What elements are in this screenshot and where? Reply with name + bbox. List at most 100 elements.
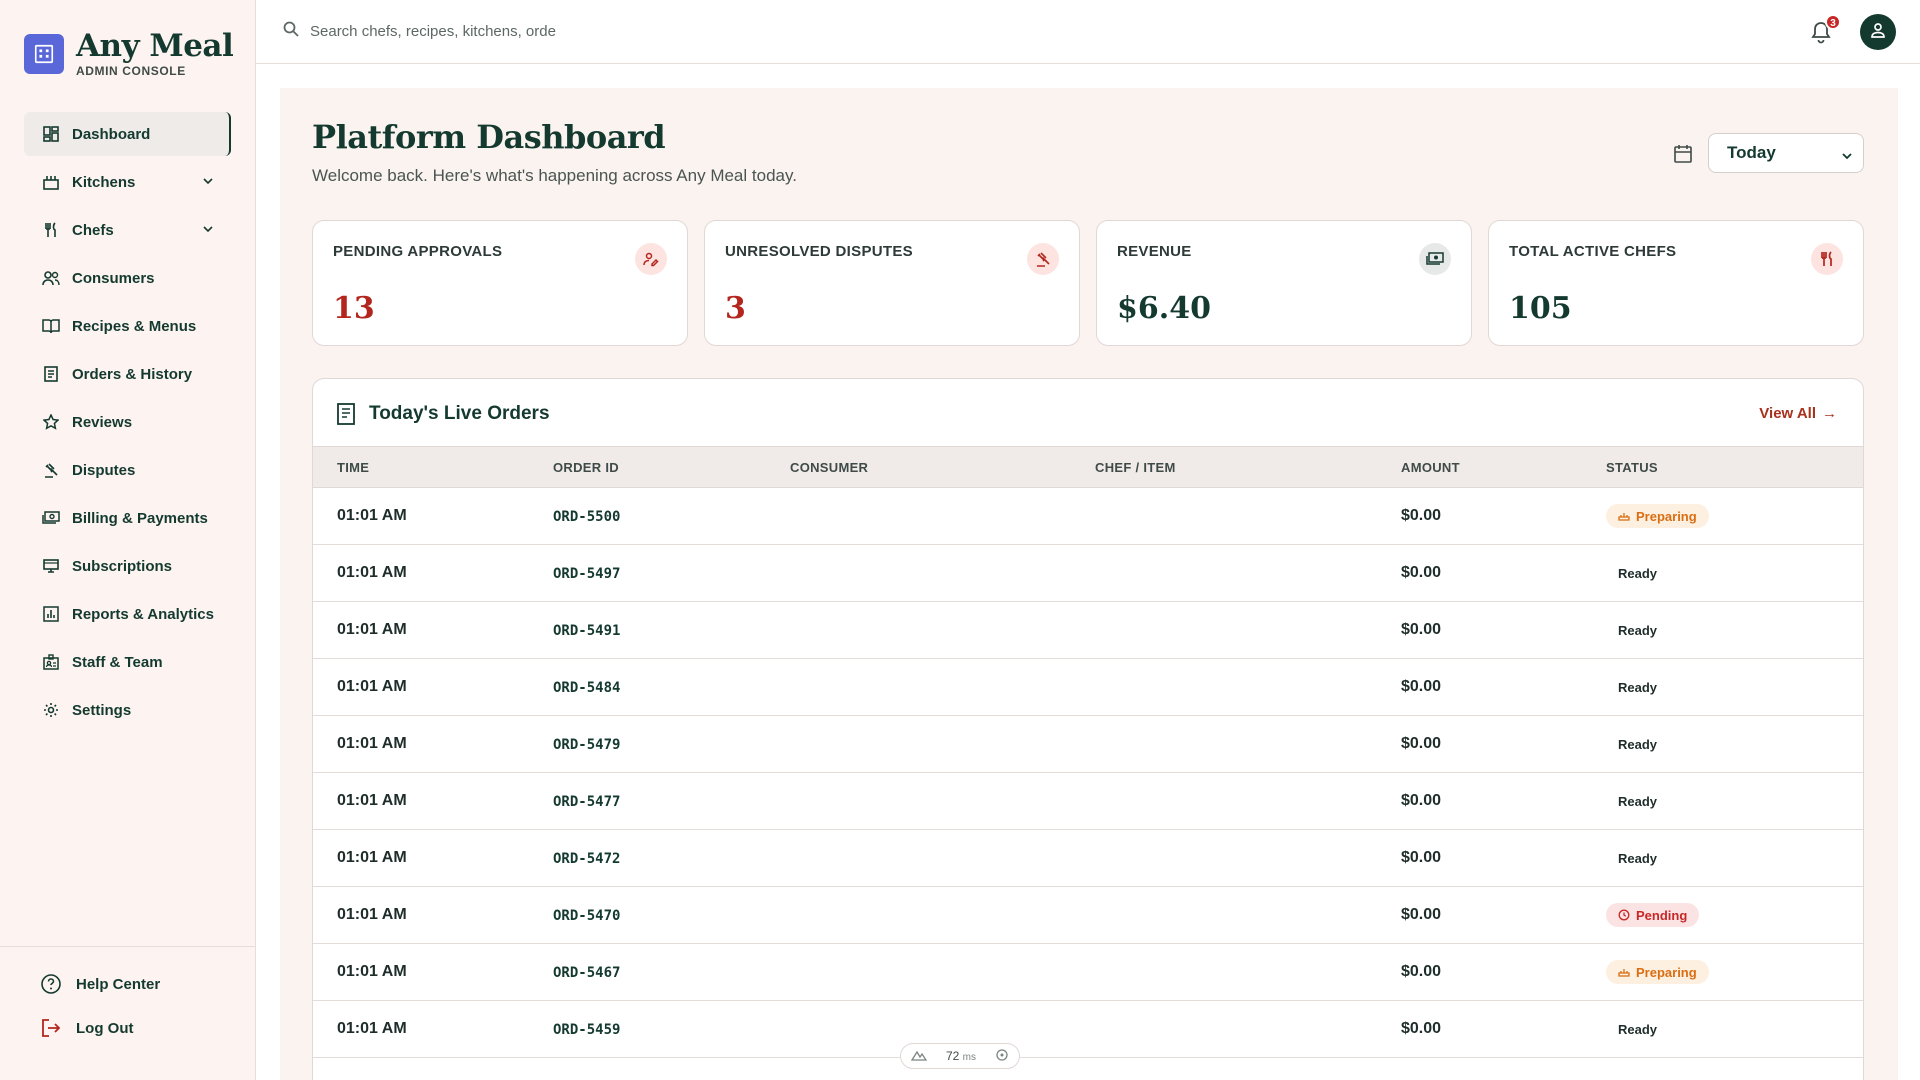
sidebar-item-reviews[interactable]: Reviews bbox=[24, 400, 231, 444]
stat-value: $6.40 bbox=[1117, 291, 1211, 326]
badge-icon bbox=[42, 653, 60, 671]
cell-amount: $0.00 bbox=[1401, 849, 1442, 866]
sidebar-item-dashboard[interactable]: Dashboard bbox=[24, 112, 231, 156]
column-header-consumer[interactable]: CONSUMER bbox=[790, 460, 868, 475]
sidebar-item-label: Dashboard bbox=[72, 125, 151, 143]
status-label: Pending bbox=[1636, 907, 1688, 923]
status-badge: Preparing bbox=[1606, 504, 1709, 528]
table-row[interactable]: 01:01 AM ORD-5467 $0.00 Preparing bbox=[313, 944, 1863, 1001]
star-icon bbox=[42, 413, 60, 431]
stat-card-unresolved-disputes[interactable]: UNRESOLVED DISPUTES 3 bbox=[704, 220, 1080, 346]
stat-card-revenue[interactable]: REVENUE $6.40 bbox=[1096, 220, 1472, 346]
column-header-status[interactable]: STATUS bbox=[1606, 460, 1658, 475]
users-icon bbox=[42, 269, 60, 287]
table-row[interactable]: 01:01 AM ORD-5470 $0.00 Pending bbox=[313, 887, 1863, 944]
sidebar-item-kitchens[interactable]: Kitchens bbox=[24, 160, 231, 204]
help-center-label: Help Center bbox=[76, 975, 161, 993]
cash-icon bbox=[1419, 243, 1451, 275]
table-row[interactable]: 01:01 AM ORD-5500 $0.00 Preparing bbox=[313, 488, 1863, 545]
table-row[interactable]: 01:01 AM ORD-5459 $0.00 Ready bbox=[313, 1001, 1863, 1058]
period-select[interactable]: Today bbox=[1708, 133, 1864, 173]
clock-icon bbox=[1618, 909, 1630, 921]
table-row[interactable]: 01:01 AM ORD-5472 $0.00 Ready bbox=[313, 830, 1863, 887]
sidebar-item-settings[interactable]: Settings bbox=[24, 688, 231, 732]
user-avatar-button[interactable] bbox=[1860, 14, 1896, 50]
sidebar-item-staff-team[interactable]: Staff & Team bbox=[24, 640, 231, 684]
cell-amount: $0.00 bbox=[1401, 792, 1442, 809]
table-row[interactable]: 01:01 AM ORD-5491 $0.00 Ready bbox=[313, 602, 1863, 659]
person-icon bbox=[1869, 21, 1887, 44]
sidebar-item-consumers[interactable]: Consumers bbox=[24, 256, 231, 300]
logout-button[interactable]: Log Out bbox=[0, 1017, 256, 1039]
cell-order-id: ORD-5500 bbox=[553, 509, 621, 525]
sidebar-item-label: Billing & Payments bbox=[72, 509, 208, 527]
sidebar-item-label: Subscriptions bbox=[72, 557, 173, 575]
perf-indicator[interactable]: 72 ms bbox=[900, 1043, 1020, 1069]
stat-card-pending-approvals[interactable]: PENDING APPROVALS 13 bbox=[312, 220, 688, 346]
cell-order-id: ORD-5459 bbox=[553, 1022, 621, 1038]
chevron-down-icon bbox=[1841, 147, 1853, 167]
cell-order-id: ORD-5467 bbox=[553, 965, 621, 981]
cell-time: 01:01 AM bbox=[337, 621, 407, 638]
notifications-button[interactable]: 3 bbox=[1810, 14, 1841, 44]
logout-label: Log Out bbox=[76, 1019, 134, 1037]
help-center-link[interactable]: Help Center bbox=[0, 973, 256, 995]
sidebar-nav: Dashboard Kitchens Chefs Consumers Recip… bbox=[24, 112, 231, 736]
cell-amount: $0.00 bbox=[1401, 678, 1442, 695]
stat-value: 13 bbox=[333, 291, 375, 326]
sidebar-item-label: Settings bbox=[72, 701, 132, 719]
column-header-chef-item[interactable]: CHEF / ITEM bbox=[1095, 460, 1176, 475]
gavel-icon bbox=[1027, 243, 1059, 275]
cell-time: 01:01 AM bbox=[337, 1020, 407, 1037]
sidebar-item-chefs[interactable]: Chefs bbox=[24, 208, 231, 252]
page-subtitle: Welcome back. Here's what's happening ac… bbox=[312, 166, 797, 185]
column-header-time[interactable]: TIME bbox=[337, 460, 369, 475]
table-row[interactable]: 01:01 AM ORD-5484 $0.00 Ready bbox=[313, 659, 1863, 716]
cell-time: 01:01 AM bbox=[337, 906, 407, 923]
stat-value: 3 bbox=[725, 291, 746, 326]
sidebar-item-billing-payments[interactable]: Billing & Payments bbox=[24, 496, 231, 540]
cell-amount: $0.00 bbox=[1401, 564, 1442, 581]
search-input[interactable] bbox=[310, 23, 610, 40]
cell-time: 01:01 AM bbox=[337, 849, 407, 866]
subscriptions-icon bbox=[42, 557, 60, 575]
cell-order-id: ORD-5479 bbox=[553, 737, 621, 753]
status-label: Ready bbox=[1618, 1021, 1658, 1037]
column-header-order-id[interactable]: ORDER ID bbox=[553, 460, 619, 475]
kitchen-icon bbox=[42, 173, 60, 191]
cell-time: 01:01 AM bbox=[337, 792, 407, 809]
building-logo-icon bbox=[24, 34, 64, 74]
sidebar-item-disputes[interactable]: Disputes bbox=[24, 448, 231, 492]
sidebar-item-reports-analytics[interactable]: Reports & Analytics bbox=[24, 592, 231, 636]
brand[interactable]: Any Meal ADMIN CONSOLE bbox=[24, 30, 234, 78]
main-content: Platform Dashboard Welcome back. Here's … bbox=[280, 88, 1898, 1080]
view-all-label: View All bbox=[1759, 405, 1816, 422]
sidebar-item-label: Recipes & Menus bbox=[72, 317, 197, 335]
stat-card-total-active-chefs[interactable]: TOTAL ACTIVE CHEFS 105 bbox=[1488, 220, 1864, 346]
analytics-icon bbox=[42, 605, 60, 623]
payments-icon bbox=[42, 509, 60, 527]
column-header-amount[interactable]: AMOUNT bbox=[1401, 460, 1460, 475]
stat-label: TOTAL ACTIVE CHEFS bbox=[1509, 243, 1677, 260]
status-badge: Ready bbox=[1606, 561, 1669, 585]
status-label: Ready bbox=[1618, 736, 1658, 752]
utensils-icon bbox=[42, 221, 60, 239]
sidebar-item-recipes-menus[interactable]: Recipes & Menus bbox=[24, 304, 231, 348]
sidebar-item-subscriptions[interactable]: Subscriptions bbox=[24, 544, 231, 588]
cell-time: 01:01 AM bbox=[337, 564, 407, 581]
sidebar-footer: Help Center Log Out bbox=[0, 946, 256, 1061]
logout-icon bbox=[40, 1017, 62, 1039]
sidebar-item-label: Chefs bbox=[72, 221, 114, 239]
status-badge: Ready bbox=[1606, 846, 1669, 870]
table-row[interactable]: 01:01 AM ORD-5497 $0.00 Ready bbox=[313, 545, 1863, 602]
table-row[interactable]: 01:01 AM ORD-5479 $0.00 Ready bbox=[313, 716, 1863, 773]
view-all-link[interactable]: View All → bbox=[1759, 405, 1837, 422]
table-row[interactable]: 01:01 AM ORD-5477 $0.00 Ready bbox=[313, 773, 1863, 830]
status-badge: Ready bbox=[1606, 789, 1669, 813]
dashboard-icon bbox=[42, 125, 60, 143]
cell-time: 01:01 AM bbox=[337, 678, 407, 695]
sidebar-item-label: Orders & History bbox=[72, 365, 193, 383]
sidebar-item-orders-history[interactable]: Orders & History bbox=[24, 352, 231, 396]
cell-order-id: ORD-5472 bbox=[553, 851, 621, 867]
arrow-right-icon: → bbox=[1822, 405, 1837, 422]
